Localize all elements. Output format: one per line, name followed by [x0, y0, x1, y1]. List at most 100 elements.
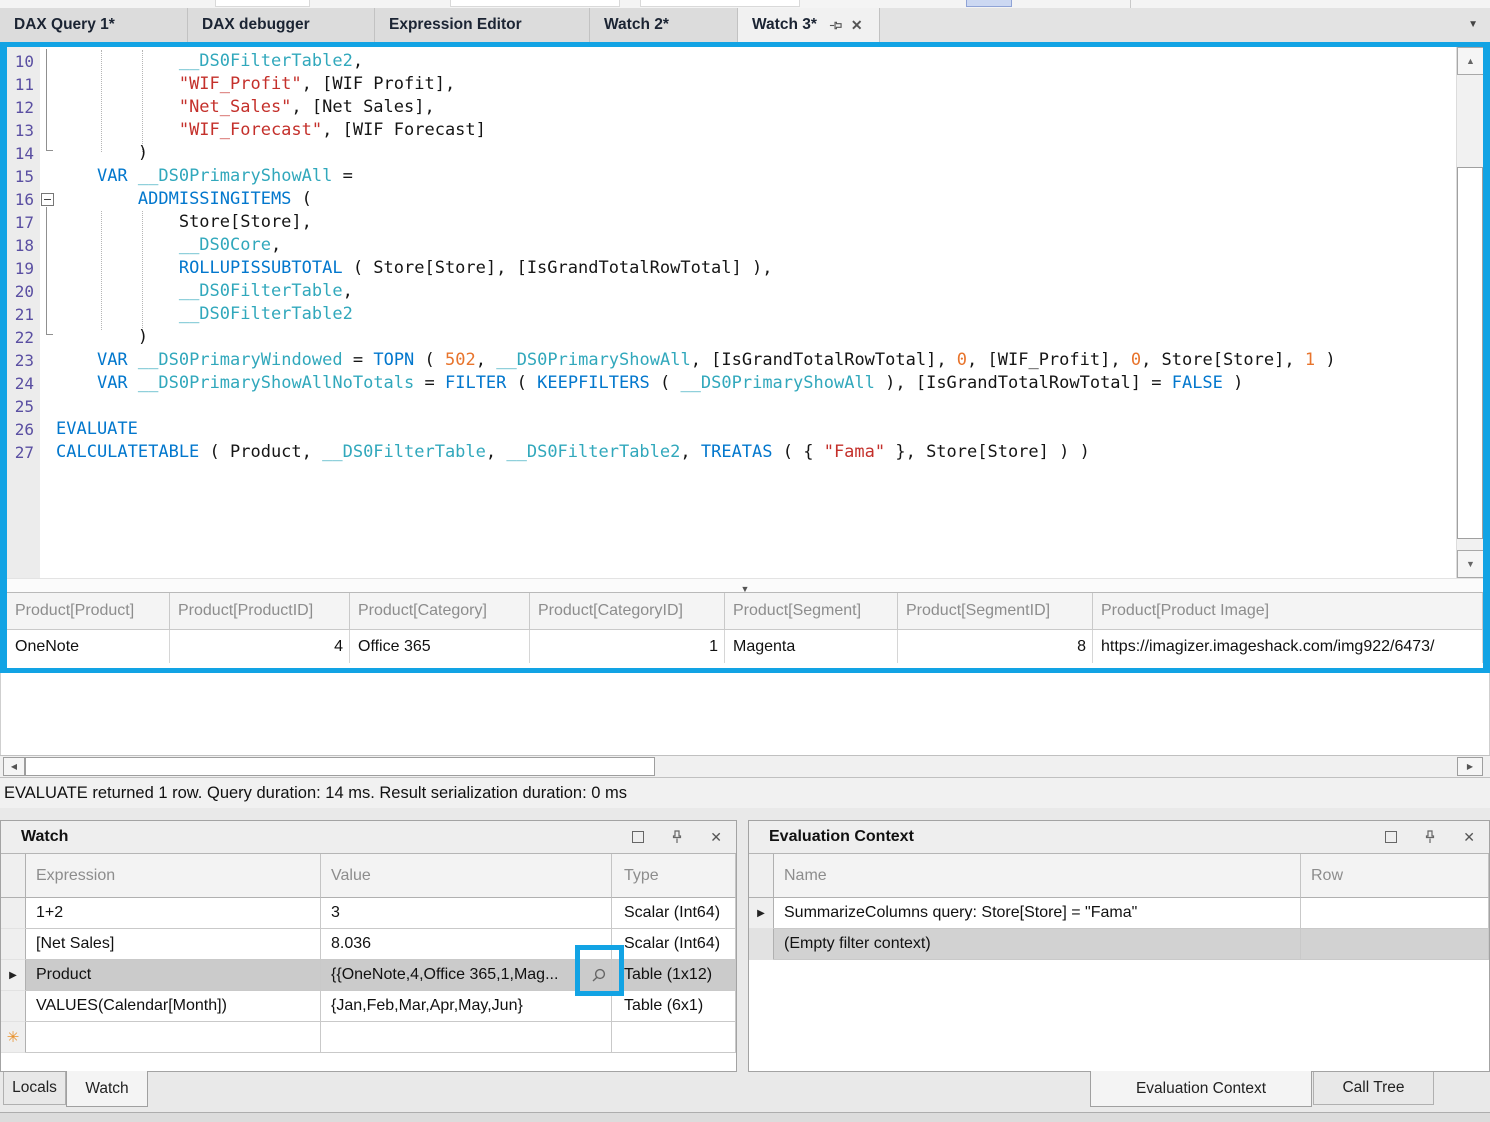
- results-cell[interactable]: https://imagizer.imageshack.com/img922/6…: [1093, 630, 1483, 663]
- watch-column-header[interactable]: Expression: [26, 854, 321, 898]
- panel-tab-call-tree[interactable]: Call Tree: [1313, 1072, 1434, 1105]
- watch-value-cell[interactable]: {{OneNote,4,Office 365,1,Mag...: [321, 960, 612, 991]
- new-watch-star-icon: ✳: [7, 1028, 20, 1046]
- pin-icon[interactable]: [829, 19, 842, 32]
- scrollbar-thumb[interactable]: [1457, 167, 1483, 539]
- results-horizontal-scrollbar[interactable]: ◀ ▶: [0, 755, 1490, 778]
- results-column-header[interactable]: Product[SegmentID]: [898, 593, 1093, 630]
- eval-context-column-header[interactable]: Row: [1301, 854, 1489, 898]
- results-column-header[interactable]: Product[ProductID]: [170, 593, 350, 630]
- watch-type-cell[interactable]: Table (1x12): [612, 960, 736, 991]
- pin-icon[interactable]: [670, 830, 684, 844]
- eval-row-cell[interactable]: [1301, 898, 1489, 929]
- close-icon[interactable]: ✕: [851, 18, 863, 32]
- fold-collapse-icon[interactable]: [41, 193, 54, 206]
- watch-type-cell[interactable]: Scalar (Int64): [612, 898, 736, 929]
- maximize-icon[interactable]: [632, 831, 644, 843]
- eval-context-column-header[interactable]: Name: [774, 854, 1301, 898]
- eval-context-row[interactable]: ▶SummarizeColumns query: Store[Store] = …: [749, 898, 1489, 929]
- collapse-arrow-icon[interactable]: ▼: [741, 584, 750, 594]
- watch-row[interactable]: ▶Product{{OneNote,4,Office 365,1,Mag...T…: [1, 960, 736, 991]
- close-icon[interactable]: ✕: [710, 830, 722, 844]
- close-icon[interactable]: ✕: [1463, 830, 1475, 844]
- watch-panel-titlebar: Watch ✕: [1, 821, 736, 854]
- tab-bar-filler: ▼: [880, 8, 1490, 42]
- watch-expression-cell[interactable]: Product: [26, 960, 321, 991]
- editor-vertical-scrollbar[interactable]: ▲ ▼: [1456, 47, 1483, 578]
- watch-row-header[interactable]: ✳: [1, 1022, 26, 1053]
- watch-expression-cell[interactable]: 1+2: [26, 898, 321, 929]
- scroll-up-icon[interactable]: ▲: [1457, 47, 1483, 75]
- watch-value-cell[interactable]: {Jan,Feb,Mar,Apr,May,Jun}: [321, 991, 612, 1022]
- watch-type-cell[interactable]: Table (6x1): [612, 991, 736, 1022]
- watch-row[interactable]: ✳: [1, 1022, 736, 1053]
- watch-row[interactable]: 1+2 3 Scalar (Int64): [1, 898, 736, 929]
- watch-type-cell[interactable]: [612, 1022, 736, 1053]
- tab-label: DAX Query 1*: [14, 16, 115, 34]
- tab-bar: DAX Query 1* DAX debuggerExpression Edito…: [0, 8, 1490, 42]
- eval-context-row[interactable]: (Empty filter context): [749, 929, 1489, 960]
- results-column-header[interactable]: Product[CategoryID]: [530, 593, 725, 630]
- panel-title: Evaluation Context: [749, 828, 914, 846]
- line-numbers: 10 11 12 13 14 15 16 17 18 19 20 21 22 2…: [7, 47, 40, 464]
- results-cell[interactable]: Magenta: [725, 630, 898, 663]
- watch-row[interactable]: [Net Sales]8.036Scalar (Int64): [1, 929, 736, 960]
- maximize-icon[interactable]: [1385, 831, 1397, 843]
- results-cell[interactable]: OneNote: [7, 630, 170, 663]
- eval-name-cell[interactable]: SummarizeColumns query: Store[Store] = "…: [774, 898, 1301, 929]
- watch-value-text: {Jan,Feb,Mar,Apr,May,Jun}: [331, 997, 523, 1015]
- results-column-header[interactable]: Product[Product Image]: [1093, 593, 1483, 630]
- scroll-left-icon[interactable]: ◀: [3, 757, 25, 776]
- tab-dax-debugger[interactable]: DAX debugger: [188, 8, 375, 42]
- results-column-header[interactable]: Product[Segment]: [725, 593, 898, 630]
- scroll-right-icon[interactable]: ▶: [1457, 757, 1483, 776]
- panel-tab-evaluation-context[interactable]: Evaluation Context: [1090, 1071, 1312, 1107]
- scrollbar-thumb[interactable]: [25, 757, 655, 776]
- panel-tab-locals[interactable]: Locals: [3, 1072, 66, 1105]
- watch-expression-cell[interactable]: VALUES(Calendar[Month]): [26, 991, 321, 1022]
- results-cell[interactable]: 1: [530, 630, 725, 663]
- watch-column-header[interactable]: Type: [612, 854, 736, 898]
- eval-row-header[interactable]: [749, 929, 774, 960]
- tab-watch-3-[interactable]: Watch 3*✕: [738, 8, 880, 42]
- tab-list-dropdown-icon[interactable]: ▼: [1468, 19, 1478, 30]
- watch-row[interactable]: VALUES(Calendar[Month]) {Jan,Feb,Mar,Apr,…: [1, 991, 736, 1022]
- watch-value-cell[interactable]: [321, 1022, 612, 1053]
- watch-expression-cell[interactable]: [Net Sales]: [26, 929, 321, 960]
- eval-row-header[interactable]: ▶: [749, 898, 774, 929]
- toolbar-separator: [1130, 0, 1131, 8]
- watch-type-cell[interactable]: Scalar (Int64): [612, 929, 736, 960]
- watch-expression-cell[interactable]: [26, 1022, 321, 1053]
- code-line: ADDMISSINGITEMS (: [56, 188, 1455, 211]
- scroll-down-icon[interactable]: ▼: [1457, 550, 1483, 578]
- results-cell[interactable]: Office 365: [350, 630, 530, 663]
- tab-icon-group: ✕: [829, 18, 863, 32]
- code-text[interactable]: __DS0FilterTable2, "WIF_Profit", [WIF Pr…: [56, 50, 1455, 464]
- results-cell[interactable]: 8: [898, 630, 1093, 663]
- tab-expression-editor[interactable]: Expression Editor: [375, 8, 590, 42]
- tab-watch-2-[interactable]: Watch 2*: [590, 8, 738, 42]
- results-data-row[interactable]: OneNote4Office 3651Magenta8https://imagi…: [7, 630, 1483, 663]
- results-column-header[interactable]: Product[Category]: [350, 593, 530, 630]
- code-editor[interactable]: 10 11 12 13 14 15 16 17 18 19 20 21 22 2…: [7, 47, 1483, 578]
- tab-dax-query-1-[interactable]: DAX Query 1*: [0, 8, 188, 42]
- results-cell[interactable]: 4: [170, 630, 350, 663]
- eval-row-cell[interactable]: [1301, 929, 1489, 960]
- eval-name-cell[interactable]: (Empty filter context): [774, 929, 1301, 960]
- watch-value-cell[interactable]: 3: [321, 898, 612, 929]
- watch-row-header[interactable]: [1, 929, 26, 960]
- watch-column-header[interactable]: Value: [321, 854, 612, 898]
- watch-row-header[interactable]: ▶: [1, 960, 26, 991]
- results-splitter[interactable]: ▼: [7, 578, 1483, 592]
- watch-row-header[interactable]: [1, 991, 26, 1022]
- watch-row-header[interactable]: [1, 898, 26, 929]
- code-line: ROLLUPISSUBTOTAL ( Store[Store], [IsGran…: [56, 257, 1455, 280]
- watch-value-text: 3: [331, 904, 340, 922]
- panel-title: Watch: [1, 828, 68, 846]
- results-column-header[interactable]: Product[Product]: [7, 593, 170, 630]
- watch-value-cell[interactable]: 8.036: [321, 929, 612, 960]
- pin-icon[interactable]: [1423, 830, 1437, 844]
- results-empty-area: [0, 673, 1490, 755]
- panel-tab-watch[interactable]: Watch: [66, 1071, 148, 1107]
- code-line: __DS0FilterTable2,: [56, 50, 1455, 73]
